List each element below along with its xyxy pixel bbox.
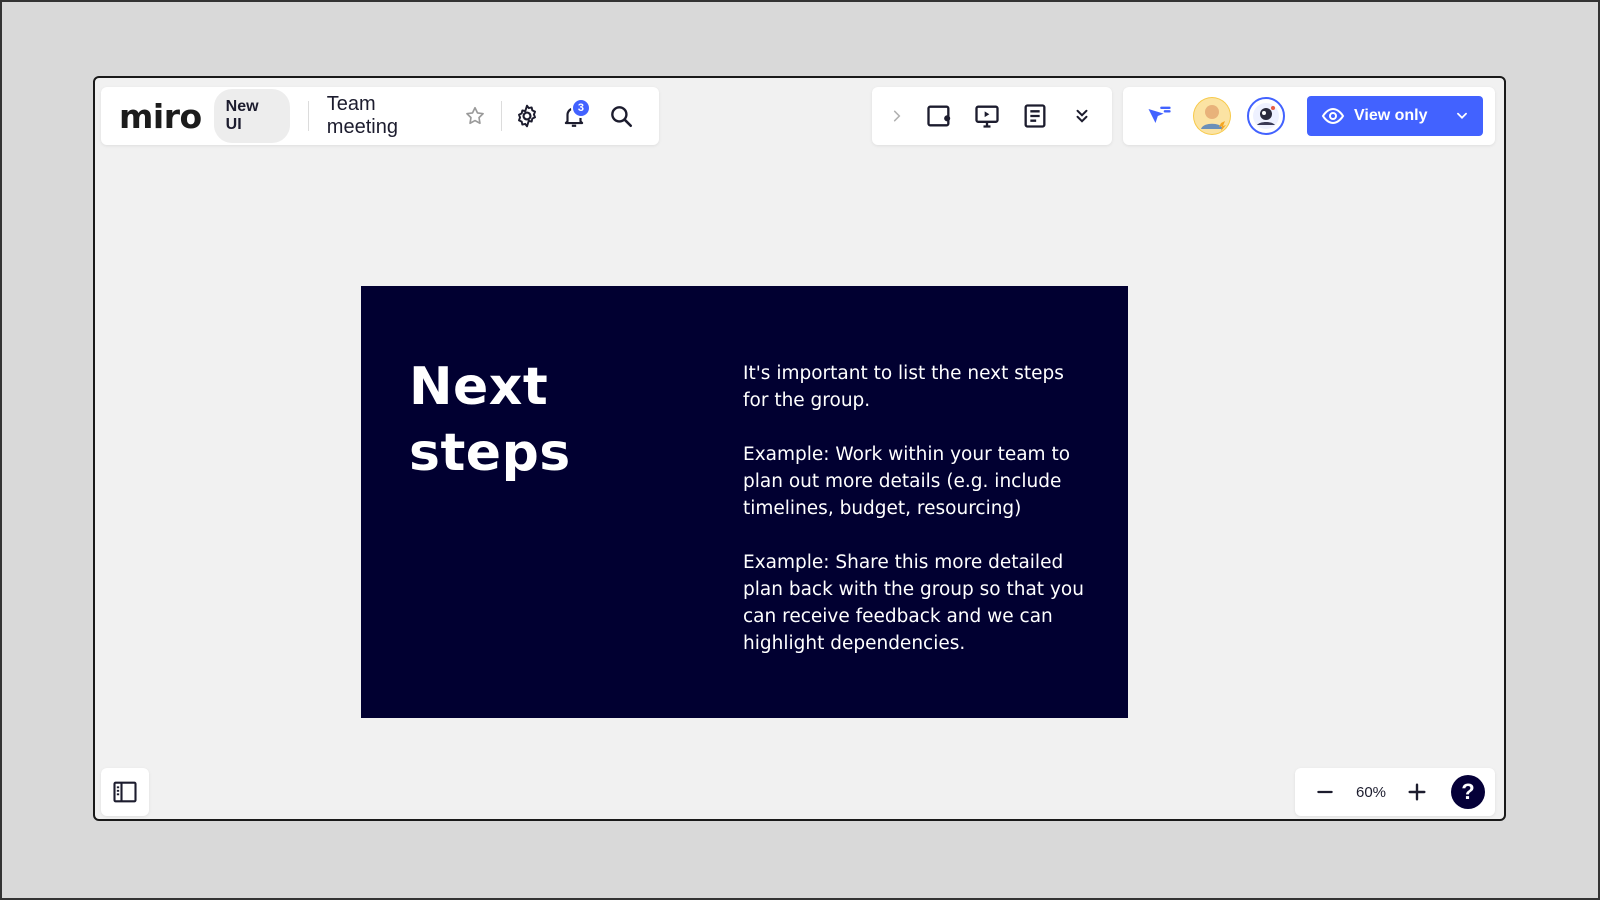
plus-icon[interactable] [1399, 772, 1435, 812]
avatar[interactable] [1193, 97, 1231, 135]
avatar[interactable] [1247, 97, 1285, 135]
frame-title: Next steps [409, 357, 571, 483]
divider [500, 101, 502, 131]
board-header-panel: miro New UI Team meeting 3 [101, 87, 659, 145]
zoom-controls: 60% ? [1295, 768, 1495, 816]
board-tools-panel [872, 87, 1112, 145]
divider [307, 101, 309, 131]
help-button[interactable]: ? [1451, 775, 1485, 809]
cursor-filter-icon[interactable] [1139, 96, 1179, 136]
minus-icon[interactable] [1307, 772, 1343, 812]
sidebar-panel-icon [111, 778, 139, 806]
double-chevron-down-icon[interactable] [1062, 96, 1102, 136]
frame-paragraph: It's important to list the next steps fo… [743, 363, 1064, 411]
view-mode-label: View only [1354, 107, 1428, 124]
chevron-down-icon [1455, 109, 1469, 123]
sidebar-toggle-button[interactable] [101, 768, 149, 816]
frame-paragraph: Example: Share this more detailed plan b… [743, 552, 1084, 654]
new-ui-badge[interactable]: New UI [213, 89, 290, 143]
view-mode-button[interactable]: View only [1307, 96, 1483, 136]
notification-count-badge: 3 [570, 98, 591, 118]
board-title[interactable]: Team meeting [327, 93, 450, 139]
miro-board-window: miro New UI Team meeting 3 View only Nex… [93, 76, 1506, 821]
miro-logo[interactable]: miro [119, 97, 202, 136]
zoom-level[interactable]: 60% [1343, 784, 1399, 801]
presentation-icon[interactable] [967, 96, 1007, 136]
star-icon[interactable] [456, 96, 495, 136]
sticky-note-icon[interactable] [920, 96, 960, 136]
collaboration-panel: View only [1123, 87, 1495, 145]
frame-paragraph: Example: Work within your team to plan o… [743, 444, 1071, 519]
bell-icon[interactable]: 3 [555, 96, 594, 136]
next-steps-frame[interactable]: Next steps It's important to list the ne… [361, 286, 1128, 718]
chevron-right-icon[interactable] [882, 96, 912, 136]
eye-icon [1321, 104, 1345, 128]
search-icon[interactable] [602, 96, 641, 136]
gear-icon[interactable] [508, 96, 547, 136]
frame-body: It's important to list the next steps fo… [743, 360, 1088, 684]
document-icon[interactable] [1015, 96, 1055, 136]
